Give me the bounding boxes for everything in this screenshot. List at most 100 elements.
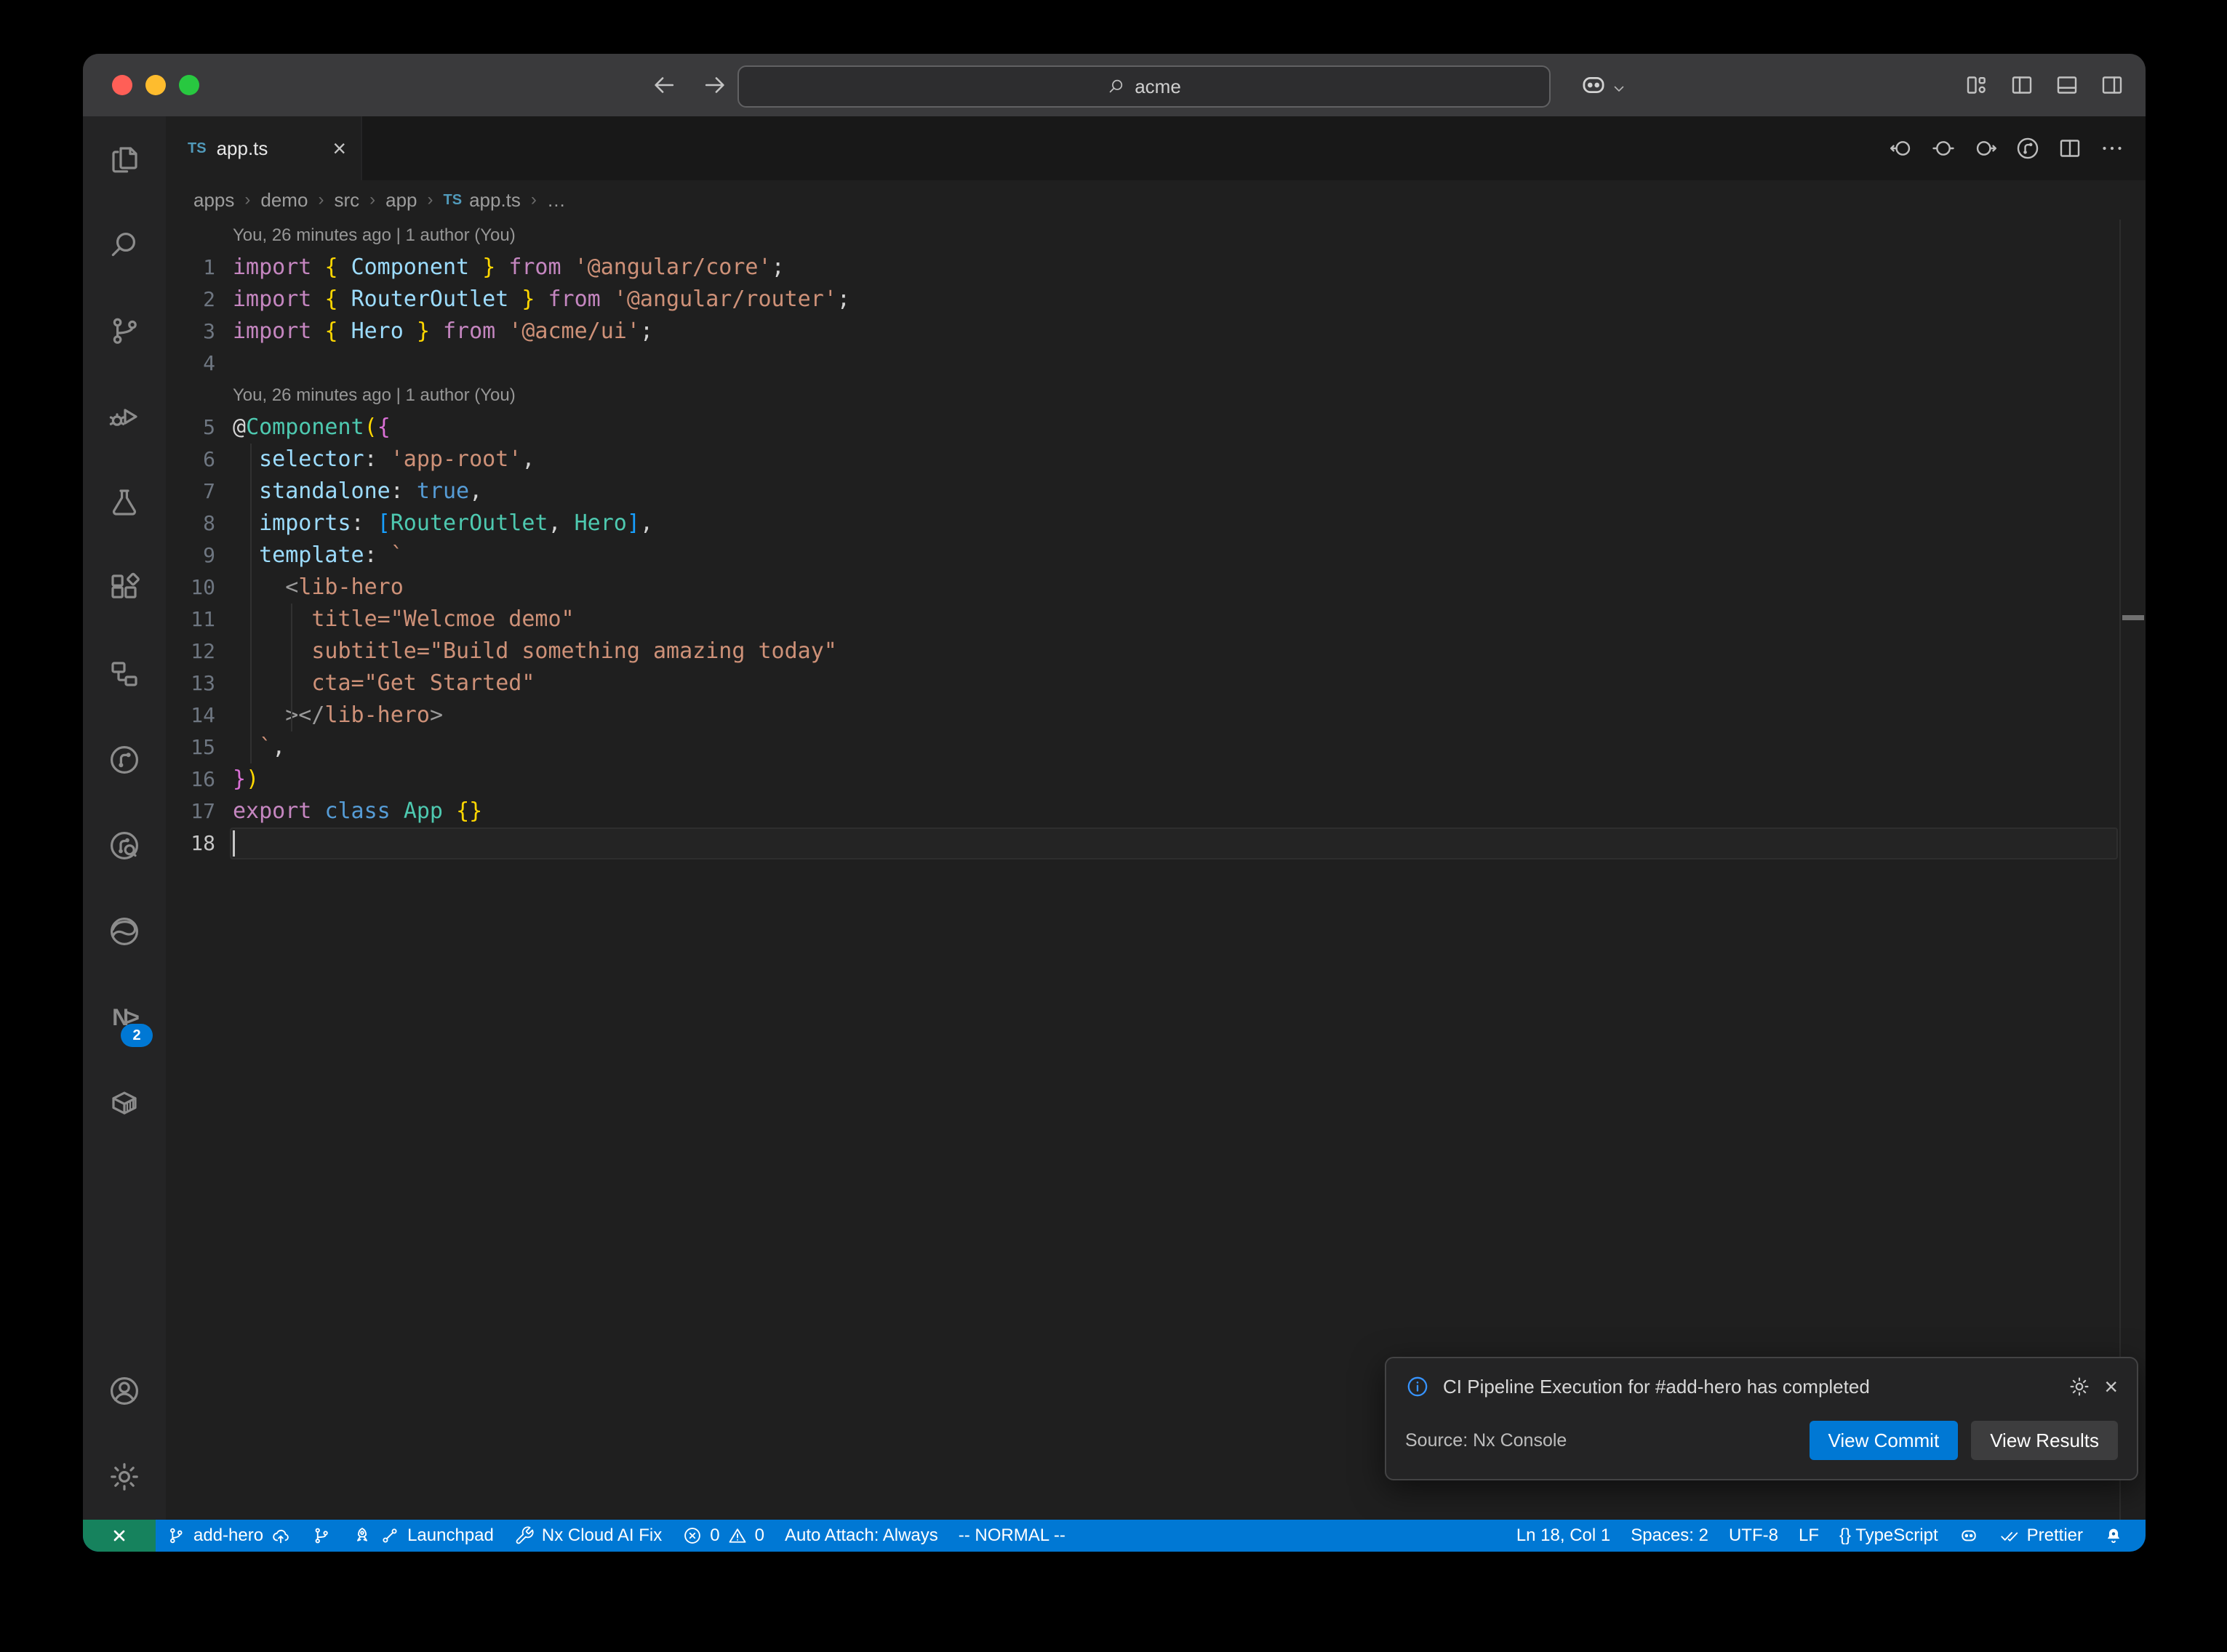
code-line-15[interactable]: 15 `,	[166, 731, 2121, 763]
more-icon[interactable]	[2099, 135, 2125, 161]
zoom-window-button[interactable]	[179, 75, 199, 95]
line-number[interactable]: 5	[166, 412, 215, 444]
breadcrumb-item-apps[interactable]: apps	[193, 189, 234, 212]
code-line-5[interactable]: 5@Component({	[166, 412, 2121, 444]
layout-customize-icon[interactable]	[1964, 72, 1990, 98]
activity-item-testing[interactable]	[83, 460, 166, 545]
command-center-search[interactable]: acme	[737, 65, 1551, 108]
breadcrumb-item-appts[interactable]: TSapp.ts	[444, 189, 521, 212]
activity-item-nx-graph-search[interactable]	[83, 803, 166, 889]
code-line-6[interactable]: 6 selector: 'app-root',	[166, 444, 2121, 476]
line-number[interactable]: 15	[166, 731, 215, 763]
status-encoding[interactable]: UTF-8	[1719, 1520, 1788, 1552]
line-number[interactable]: 8	[166, 508, 215, 540]
breadcrumb-item-src[interactable]: src	[334, 189, 359, 212]
line-number[interactable]: 11	[166, 604, 215, 635]
status-cursor-position[interactable]: Ln 18, Col 1	[1506, 1520, 1620, 1552]
back-arrow-icon[interactable]	[650, 71, 678, 99]
code-line-13[interactable]: 13 cta="Get Started"	[166, 667, 2121, 699]
activity-item-explorer[interactable]	[83, 116, 166, 202]
activity-item-extensions[interactable]	[83, 545, 166, 631]
activity-item-nx-project-graph[interactable]	[83, 717, 166, 803]
line-number[interactable]: 3	[166, 316, 215, 348]
notification-close-icon[interactable]: ×	[2104, 1375, 2118, 1398]
breadcrumb-item-demo[interactable]: demo	[260, 189, 308, 212]
activity-item-references[interactable]	[83, 631, 166, 717]
nx-graph-icon[interactable]	[2015, 135, 2041, 161]
status-copilot[interactable]	[1948, 1520, 1989, 1552]
activity-item-nx-console[interactable]: N>2	[83, 974, 166, 1060]
prev-change-icon[interactable]	[1888, 135, 1914, 161]
activity-item-settings[interactable]	[83, 1434, 166, 1520]
status-nx-cloud-ai-fix[interactable]: Nx Cloud AI Fix	[504, 1520, 672, 1552]
code-line-9[interactable]: 9 template: `	[166, 540, 2121, 572]
notification-settings-gear-icon[interactable]	[2068, 1375, 2091, 1398]
line-number[interactable]: 12	[166, 635, 215, 667]
layout-sidebar-right-icon[interactable]	[2099, 72, 2125, 98]
status-language-mode[interactable]: {} TypeScript	[1829, 1520, 1948, 1552]
status-eol[interactable]: LF	[1788, 1520, 1829, 1552]
line-number[interactable]: 14	[166, 699, 215, 731]
line-number[interactable]: 2	[166, 284, 215, 316]
tab-app-ts[interactable]: TS app.ts ×	[166, 116, 362, 180]
line-number[interactable]: 1	[166, 252, 215, 284]
next-change-icon[interactable]	[1972, 135, 1999, 161]
code-line-17[interactable]: 17export class App {}	[166, 795, 2121, 827]
code-line-14[interactable]: 14 ></lib-hero>	[166, 699, 2121, 731]
minimize-window-button[interactable]	[145, 75, 166, 95]
code-line-3[interactable]: 3import { Hero } from '@acme/ui';	[166, 316, 2121, 348]
code-editor[interactable]: You, 26 minutes ago | 1 author (You)1imp…	[166, 220, 2146, 1520]
activity-item-search[interactable]	[83, 202, 166, 288]
activity-item-edge-tools[interactable]	[83, 889, 166, 974]
code-line-11[interactable]: 11 title="Welcmoe demo"	[166, 604, 2121, 635]
activity-item-containers[interactable]	[83, 1060, 166, 1146]
code-line-2[interactable]: 2import { RouterOutlet } from '@angular/…	[166, 284, 2121, 316]
code-line-4[interactable]: 4	[166, 348, 2121, 380]
status-vim-mode[interactable]: -- NORMAL --	[948, 1520, 1076, 1552]
activity-item-accounts[interactable]	[83, 1348, 166, 1434]
status-branch[interactable]: add-hero	[156, 1520, 301, 1552]
breadcrumb-item-[interactable]: …	[547, 189, 566, 212]
activity-item-source-control[interactable]	[83, 288, 166, 374]
copilot-menu[interactable]	[1578, 70, 1628, 100]
codelens-text[interactable]: You, 26 minutes ago | 1 author (You)	[166, 220, 516, 252]
code-line-16[interactable]: 16})	[166, 763, 2121, 795]
status-scm-graph[interactable]	[301, 1520, 342, 1552]
codelens-text[interactable]: You, 26 minutes ago | 1 author (You)	[166, 380, 516, 412]
line-number[interactable]: 13	[166, 667, 215, 699]
line-number[interactable]: 6	[166, 444, 215, 476]
split-editor-icon[interactable]	[2057, 135, 2083, 161]
line-number[interactable]: 7	[166, 476, 215, 508]
line-number[interactable]: 16	[166, 763, 215, 795]
code-line-8[interactable]: 8 imports: [RouterOutlet, Hero],	[166, 508, 2121, 540]
view-results-button[interactable]: View Results	[1971, 1421, 2118, 1460]
breadcrumb-item-app[interactable]: app	[385, 189, 417, 212]
code-line-1[interactable]: 1import { Component } from '@angular/cor…	[166, 252, 2121, 284]
line-number[interactable]: 10	[166, 572, 215, 604]
close-window-button[interactable]	[112, 75, 132, 95]
activity-item-run-debug[interactable]	[83, 374, 166, 460]
status-indentation[interactable]: Spaces: 2	[1620, 1520, 1719, 1552]
change-icon[interactable]	[1930, 135, 1956, 161]
code-line-18[interactable]: 18	[166, 827, 2121, 859]
status-launchpad[interactable]: Launchpad	[342, 1520, 504, 1552]
line-number[interactable]: 9	[166, 540, 215, 572]
layout-panel-bottom-icon[interactable]	[2054, 72, 2080, 98]
line-number[interactable]: 4	[166, 348, 215, 380]
code-line-7[interactable]: 7 standalone: true,	[166, 476, 2121, 508]
layout-sidebar-left-icon[interactable]	[2009, 72, 2035, 98]
status-problems[interactable]: 00	[672, 1520, 775, 1552]
status-remote-indicator[interactable]	[83, 1520, 156, 1552]
forward-arrow-icon[interactable]	[701, 71, 729, 99]
scrollbar-overview-ruler[interactable]	[2119, 220, 2146, 1520]
code-line-10[interactable]: 10 <lib-hero	[166, 572, 2121, 604]
activity-bar: N>2	[83, 116, 166, 1520]
status-prettier[interactable]: Prettier	[1989, 1520, 2093, 1552]
line-number[interactable]: 17	[166, 795, 215, 827]
line-number[interactable]: 18	[166, 827, 215, 859]
view-commit-button[interactable]: View Commit	[1810, 1421, 1959, 1460]
close-tab-icon[interactable]: ×	[332, 137, 346, 160]
code-line-12[interactable]: 12 subtitle="Build something amazing tod…	[166, 635, 2121, 667]
status-notifications-bell[interactable]	[2093, 1520, 2134, 1552]
status-auto-attach[interactable]: Auto Attach: Always	[775, 1520, 948, 1552]
